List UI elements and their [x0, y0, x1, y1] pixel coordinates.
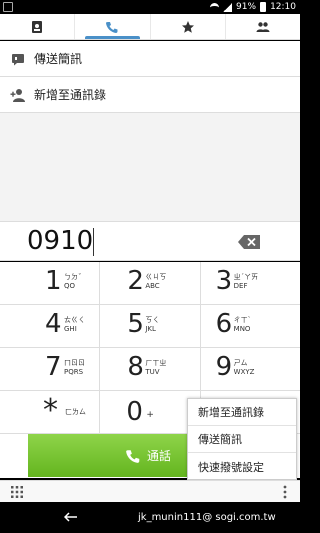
phone-call-icon	[126, 449, 140, 463]
message-icon	[10, 51, 26, 67]
key-letters: ㄏㄒㄓ TUV	[145, 359, 167, 376]
keypad-row: 1 ㄅㄉˇ QO 2 ㄍㄐㄎ ABC 3 ㄓˊㄚㄞ DEF	[0, 262, 300, 305]
actions-area: 傳送簡訊 新增至通訊錄	[0, 41, 300, 221]
tab-bar	[0, 14, 300, 40]
key-digit: 4	[45, 309, 62, 339]
tab-contacts[interactable]	[0, 14, 76, 39]
dialed-number: 0910	[27, 226, 94, 256]
key-9[interactable]: 9 ㄕㄙ WXYZ	[201, 348, 300, 390]
phone-icon	[106, 21, 118, 33]
tab-phone[interactable]	[75, 14, 151, 39]
image-notification-icon	[3, 2, 13, 12]
key-6[interactable]: 6 ㄔㄒˋ MNO	[201, 305, 300, 347]
key-letters: ㄊㄍㄑ GHI	[64, 316, 85, 333]
key-digit: *	[43, 393, 58, 428]
key-letters: +	[146, 410, 154, 420]
overflow-menu-icon[interactable]	[282, 485, 288, 499]
key-digit: 1	[45, 266, 62, 296]
clock: 12:10	[270, 2, 296, 12]
tab-favorites[interactable]	[151, 14, 226, 39]
key-digit: 5	[127, 309, 144, 339]
key-7[interactable]: 7 ㄇㄖㄖ PQRS	[0, 348, 101, 390]
key-digit: 9	[215, 352, 233, 382]
keypad-row: 7 ㄇㄖㄖ PQRS 8 ㄏㄒㄓ TUV 9 ㄕㄙ WXYZ	[0, 348, 300, 391]
key-2[interactable]: 2 ㄍㄐㄎ ABC	[100, 262, 201, 304]
add-contact-item[interactable]: 新增至通訊錄	[0, 77, 300, 113]
key-letters: ㄍㄐㄎ ABC	[145, 273, 167, 290]
key-digit: 2	[127, 266, 144, 296]
bottom-toolbar	[0, 480, 300, 502]
key-letters: ㄅㄉˇ QO	[64, 273, 82, 290]
send-message-label: 傳送簡訊	[34, 52, 83, 66]
status-right: 91% 12:10	[210, 1, 296, 13]
send-message-item[interactable]: 傳送簡訊	[0, 41, 300, 77]
options-popup-menu: 新增至通訊錄 傳送簡訊 快速撥號設定	[187, 398, 297, 480]
key-digit: 7	[45, 352, 62, 382]
menu-item-send-message[interactable]: 傳送簡訊	[188, 426, 296, 453]
tab-groups[interactable]	[226, 14, 300, 39]
key-digit: 0	[126, 397, 143, 427]
text-cursor	[93, 228, 94, 256]
star-icon	[181, 20, 194, 33]
menu-item-add-contact[interactable]: 新增至通訊錄	[188, 399, 296, 426]
key-letters: ㄕㄙ WXYZ	[233, 359, 255, 376]
key-digit: 8	[127, 352, 144, 382]
backspace-icon[interactable]	[238, 235, 260, 249]
key-3[interactable]: 3 ㄓˊㄚㄞ DEF	[201, 262, 300, 304]
key-letters: ㄓˊㄚㄞ DEF	[233, 273, 259, 290]
key-letters: ㄔㄒˋ MNO	[233, 316, 252, 333]
key-letters: ㄈㄌㄙ	[65, 408, 86, 416]
keypad-row: 4 ㄊㄍㄑ GHI 5 ㄎㄑ JKL 6 ㄔㄒˋ MNO	[0, 305, 300, 348]
battery-icon	[260, 2, 267, 12]
key-4[interactable]: 4 ㄊㄍㄑ GHI	[0, 305, 101, 347]
key-1[interactable]: 1 ㄅㄉˇ QO	[0, 262, 101, 304]
wifi-icon	[210, 3, 220, 11]
key-letters: ㄎㄑ JKL	[145, 316, 160, 333]
key-8[interactable]: 8 ㄏㄒㄓ TUV	[100, 348, 201, 390]
key-digit: 3	[215, 266, 233, 296]
add-contact-label: 新增至通訊錄	[34, 88, 107, 102]
dialpad-toggle-icon[interactable]	[11, 486, 23, 498]
number-display[interactable]: 0910	[0, 221, 300, 261]
key-letters: ㄇㄖㄖ PQRS	[64, 359, 85, 376]
key-0[interactable]: 0 +	[100, 391, 201, 433]
menu-item-speed-dial[interactable]: 快速撥號設定	[188, 453, 296, 480]
navigation-bar: jk_munin111@ sogi.com.tw	[0, 502, 300, 533]
call-button-label: 通話	[146, 449, 171, 463]
battery-percent: 91%	[236, 2, 257, 12]
signal-icon	[223, 2, 233, 12]
add-person-icon	[10, 87, 26, 103]
status-bar: 91% 12:10	[0, 0, 300, 14]
back-icon[interactable]	[64, 512, 78, 522]
key-star[interactable]: * ㄈㄌㄙ	[0, 391, 101, 433]
key-5[interactable]: 5 ㄎㄑ JKL	[100, 305, 201, 347]
key-digit: 6	[215, 309, 233, 339]
watermark-text: jk_munin111@ sogi.com.tw	[138, 512, 276, 523]
contacts-icon	[32, 20, 43, 33]
groups-icon	[256, 21, 270, 32]
